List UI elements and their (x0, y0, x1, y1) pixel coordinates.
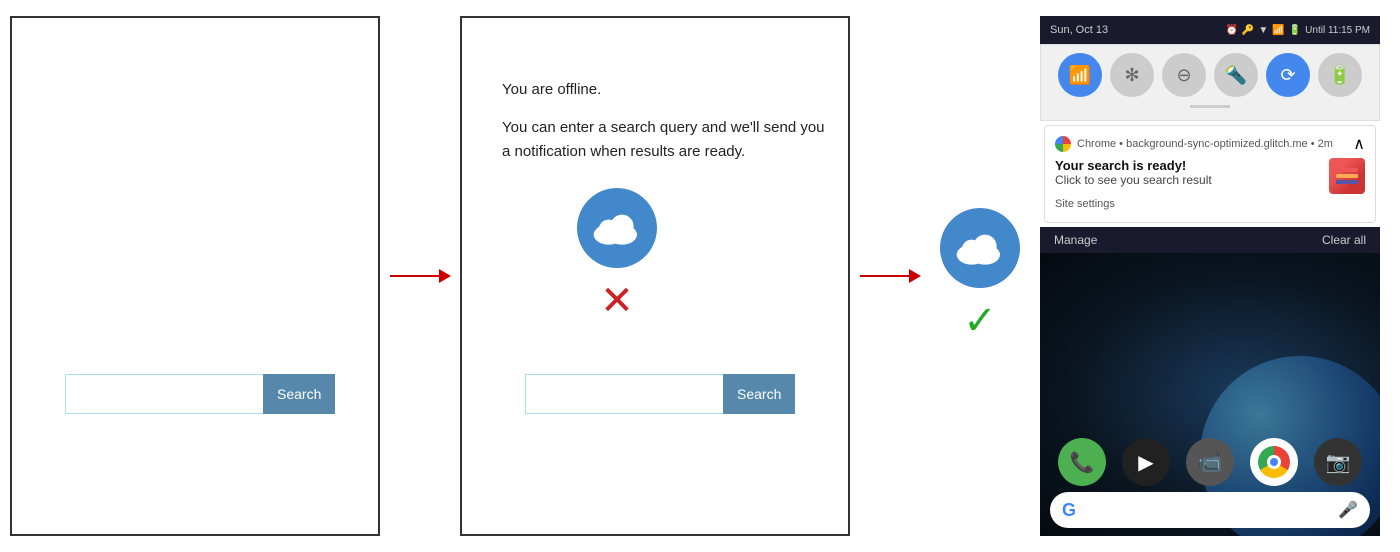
cloud-svg-result (955, 231, 1005, 265)
search-input-1[interactable] (65, 374, 263, 414)
phone-frame-2: You are offline. You can enter a search … (460, 16, 850, 536)
arrow-1-head (439, 269, 451, 283)
qs-dnd-icon[interactable]: ⊖ (1162, 53, 1206, 97)
notification-title: Your search is ready! (1055, 158, 1321, 173)
notification-body: Click to see you search result (1055, 173, 1321, 187)
wifi-icon: ▼ (1258, 25, 1268, 36)
arrow-1-container (380, 269, 460, 283)
expand-icon[interactable]: ∧ (1353, 134, 1365, 154)
main-container: Search You are offline. You can enter a … (0, 0, 1400, 552)
notification-text-area: Your search is ready! Click to see you s… (1055, 158, 1321, 187)
vpn-icon: 🔑 (1242, 25, 1254, 36)
arrow-2-container (850, 269, 930, 283)
arrow-1 (390, 269, 451, 283)
time-label: Until 11:15 PM (1305, 25, 1370, 36)
quick-settings-panel: 📶 ✻ ⊖ 🔦 ⟳ 🔋 (1040, 44, 1380, 121)
battery-icon: 🔋 (1289, 25, 1301, 36)
clear-all-button[interactable]: Clear all (1322, 233, 1366, 247)
android-dock: 📞 ▶ 📹 📷 (1040, 438, 1380, 486)
manage-button[interactable]: Manage (1054, 233, 1097, 247)
cloud-offline-container: ✕ (577, 188, 657, 324)
site-settings-link[interactable]: Site settings (1055, 194, 1365, 214)
search-bar-2: Search (525, 374, 785, 414)
notification-app-label: Chrome • background-sync-optimized.glitc… (1077, 138, 1333, 150)
search-button-1[interactable]: Search (263, 374, 335, 414)
google-search-bar[interactable]: G 🎤 (1050, 492, 1370, 528)
qs-battery-saver-icon[interactable]: 🔋 (1318, 53, 1362, 97)
search-bar-1: Search (65, 374, 325, 414)
status-date: Sun, Oct 13 (1050, 24, 1108, 36)
check-mark-icon: ✓ (963, 298, 997, 344)
notification-body-row: Your search is ready! Click to see you s… (1055, 158, 1365, 194)
search-input-2[interactable] (525, 374, 723, 414)
offline-message: You are offline. You can enter a search … (502, 78, 828, 178)
google-mic-icon[interactable]: 🎤 (1338, 500, 1358, 520)
qs-bluetooth-icon[interactable]: ✻ (1110, 53, 1154, 97)
dock-phone-icon[interactable]: 📞 (1058, 438, 1106, 486)
status-bar: Sun, Oct 13 ⏰ 🔑 ▼ 📶 🔋 Until 11:15 PM (1040, 16, 1380, 44)
dock-camera-icon[interactable]: 📷 (1314, 438, 1362, 486)
qs-divider (1190, 105, 1230, 108)
phone-frame-1: Search (10, 16, 380, 536)
quick-settings-icons: 📶 ✻ ⊖ 🔦 ⟳ 🔋 (1049, 53, 1371, 97)
chrome-icon (1055, 136, 1071, 152)
notification-app-icon (1329, 158, 1365, 194)
dock-video-icon[interactable]: 📹 (1186, 438, 1234, 486)
dock-chrome-icon[interactable] (1250, 438, 1298, 486)
stripe-1 (1336, 168, 1358, 172)
offline-line2: You can enter a search query and we'll s… (502, 116, 828, 164)
qs-sync-icon[interactable]: ⟳ (1266, 53, 1310, 97)
cloud-result-container: ✓ (940, 208, 1020, 344)
notification-card[interactable]: Chrome • background-sync-optimized.glitc… (1044, 125, 1376, 223)
search-button-2[interactable]: Search (723, 374, 795, 414)
app-icon-stripes (1336, 168, 1358, 184)
android-frame: Sun, Oct 13 ⏰ 🔑 ▼ 📶 🔋 Until 11:15 PM 📶 ✻… (1040, 16, 1380, 536)
arrow-2 (860, 269, 921, 283)
arrow-1-line (390, 275, 440, 277)
stripe-3 (1336, 180, 1358, 184)
stripe-2 (1336, 174, 1358, 178)
cloud-icon-result (940, 208, 1020, 288)
alarm-icon: ⏰ (1225, 25, 1237, 36)
notification-header: Chrome • background-sync-optimized.glitc… (1055, 134, 1365, 154)
android-wallpaper: 📞 ▶ 📹 📷 G 🎤 (1040, 253, 1380, 536)
manage-bar: Manage Clear all (1040, 227, 1380, 253)
dock-play-icon[interactable]: ▶ (1122, 438, 1170, 486)
notification-app-info: Chrome • background-sync-optimized.glitc… (1055, 136, 1333, 152)
x-mark-icon: ✕ (600, 278, 634, 324)
arrow-2-head (909, 269, 921, 283)
arrow-2-line (860, 275, 910, 277)
google-logo: G (1062, 500, 1076, 521)
signal-icon: 📶 (1272, 25, 1284, 36)
offline-line1: You are offline. (502, 78, 828, 102)
qs-wifi-icon[interactable]: 📶 (1058, 53, 1102, 97)
cloud-icon-offline (577, 188, 657, 268)
qs-flashlight-icon[interactable]: 🔦 (1214, 53, 1258, 97)
status-bar-right: ⏰ 🔑 ▼ 📶 🔋 Until 11:15 PM (1225, 25, 1370, 36)
cloud-svg-offline (592, 211, 642, 245)
